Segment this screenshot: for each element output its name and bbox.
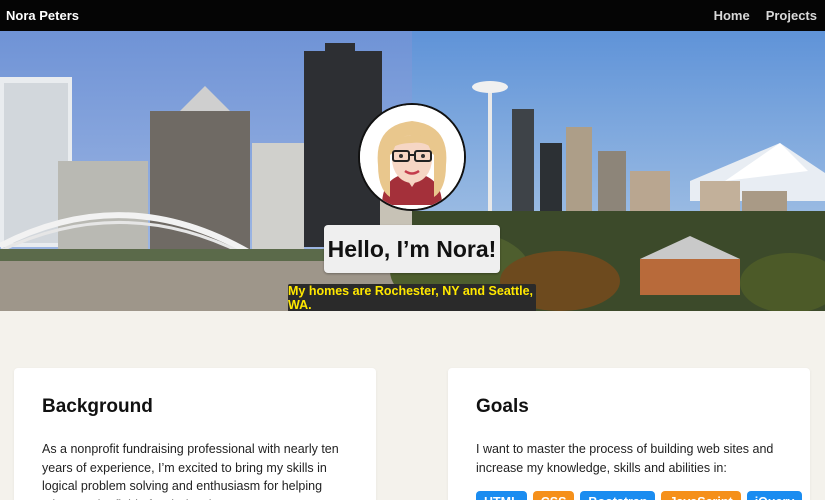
skill-badge-bootstrap: Bootstrap	[580, 491, 656, 500]
skill-badges: HTML CSS Bootstrap JavaScript jQuery	[476, 491, 803, 500]
navbar: Nora Peters Home Projects	[0, 0, 825, 31]
hero-greeting: Hello, I’m Nora!	[324, 225, 500, 273]
nav-links: Home Projects	[714, 8, 817, 23]
goals-title: Goals	[476, 396, 529, 417]
skill-badge-jquery: jQuery	[746, 491, 803, 500]
skill-badge-html: HTML	[476, 491, 527, 500]
goals-text: I want to master the process of building…	[476, 442, 774, 475]
nav-projects-link[interactable]: Projects	[766, 8, 817, 23]
background-title: Background	[42, 396, 153, 417]
nav-home-link[interactable]: Home	[714, 8, 750, 23]
background-text: As a nonprofit fundraising professional …	[42, 442, 339, 500]
goals-card: Goals I want to master the process of bu…	[448, 368, 810, 500]
brand-link[interactable]: Nora Peters	[6, 8, 79, 23]
hero-banner: Hello, I’m Nora! My homes are Rochester,…	[0, 31, 825, 311]
skill-badge-css: CSS	[532, 491, 575, 500]
skill-badge-javascript: JavaScript	[661, 491, 741, 500]
background-card: Background As a nonprofit fundraising pr…	[14, 368, 376, 500]
avatar	[358, 103, 466, 211]
hero-tagline: My homes are Rochester, NY and Seattle, …	[288, 284, 536, 311]
